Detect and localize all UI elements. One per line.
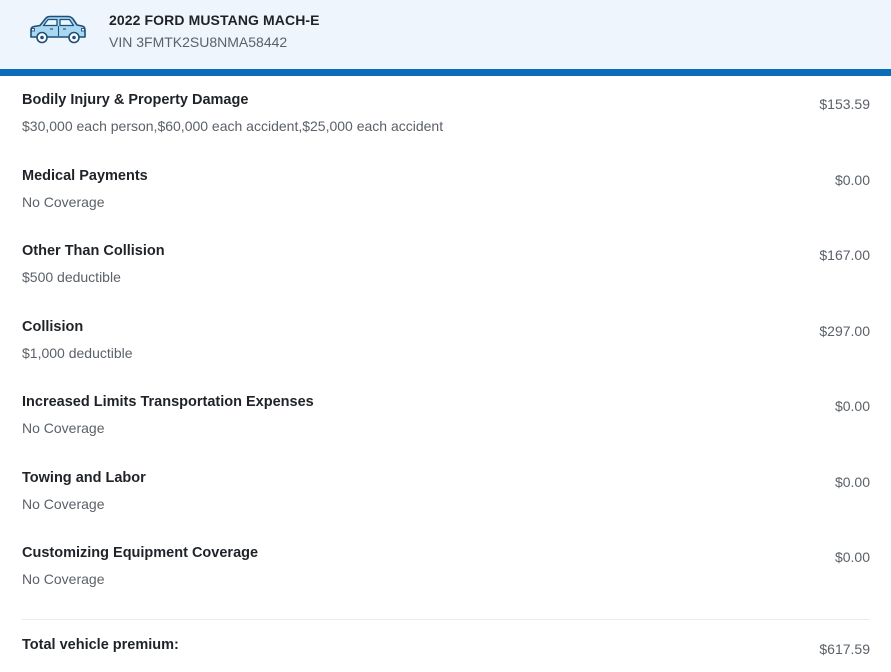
coverage-row-bodily-injury: Bodily Injury & Property Damage $30,000 … — [22, 76, 870, 152]
coverage-row-other-than-collision: Other Than Collision $500 deductible $16… — [22, 227, 870, 303]
coverage-detail: $30,000 each person,$60,000 each acciden… — [22, 118, 444, 134]
total-premium-label: Total vehicle premium: — [22, 637, 179, 653]
vehicle-vin: VIN 3FMTK2SU8NMA58442 — [109, 34, 288, 50]
coverage-price: $0.00 — [834, 549, 870, 565]
coverage-price: $167.00 — [819, 247, 870, 263]
coverage-detail: No Coverage — [22, 571, 105, 587]
coverage-row-customizing-equipment: Customizing Equipment Coverage No Covera… — [22, 529, 870, 605]
coverage-list: Bodily Injury & Property Damage $30,000 … — [22, 76, 870, 605]
coverage-detail: No Coverage — [22, 495, 105, 512]
coverage-price: $153.59 — [819, 96, 870, 112]
vehicle-title: 2022 FORD MUSTANG MACH-E — [109, 12, 320, 28]
coverage-detail: No Coverage — [22, 420, 105, 436]
coverage-price: $0.00 — [834, 398, 870, 414]
header-accent-bar — [0, 69, 891, 76]
coverage-price: $0.00 — [834, 171, 870, 188]
coverage-detail: $1,000 deductible — [22, 344, 133, 361]
car-icon — [30, 15, 86, 44]
total-premium-value: $617.59 — [819, 641, 870, 657]
coverage-row-collision: Collision $1,000 deductible $297.00 — [22, 303, 870, 379]
coverage-name: Medical Payments — [22, 167, 148, 184]
coverage-row-towing-and-labor: Towing and Labor No Coverage $0.00 — [22, 454, 870, 530]
coverage-row-medical-payments: Medical Payments No Coverage $0.00 — [22, 152, 870, 228]
coverage-name: Customizing Equipment Coverage — [22, 545, 259, 561]
coverage-name: Collision — [22, 318, 84, 335]
coverage-name: Other Than Collision — [22, 243, 165, 259]
coverage-detail: No Coverage — [22, 193, 105, 210]
coverage-name: Towing and Labor — [22, 469, 146, 486]
coverage-name: Increased Limits Transportation Expenses — [22, 394, 314, 410]
total-divider — [22, 619, 870, 620]
coverage-price: $0.00 — [834, 473, 870, 490]
vehicle-header: 2022 FORD MUSTANG MACH-E VIN 3FMTK2SU8NM… — [0, 0, 891, 69]
coverage-name: Bodily Injury & Property Damage — [22, 92, 249, 108]
coverage-row-transportation-expenses: Increased Limits Transportation Expenses… — [22, 378, 870, 454]
coverage-detail: $500 deductible — [22, 269, 121, 285]
coverage-price: $297.00 — [819, 322, 870, 339]
